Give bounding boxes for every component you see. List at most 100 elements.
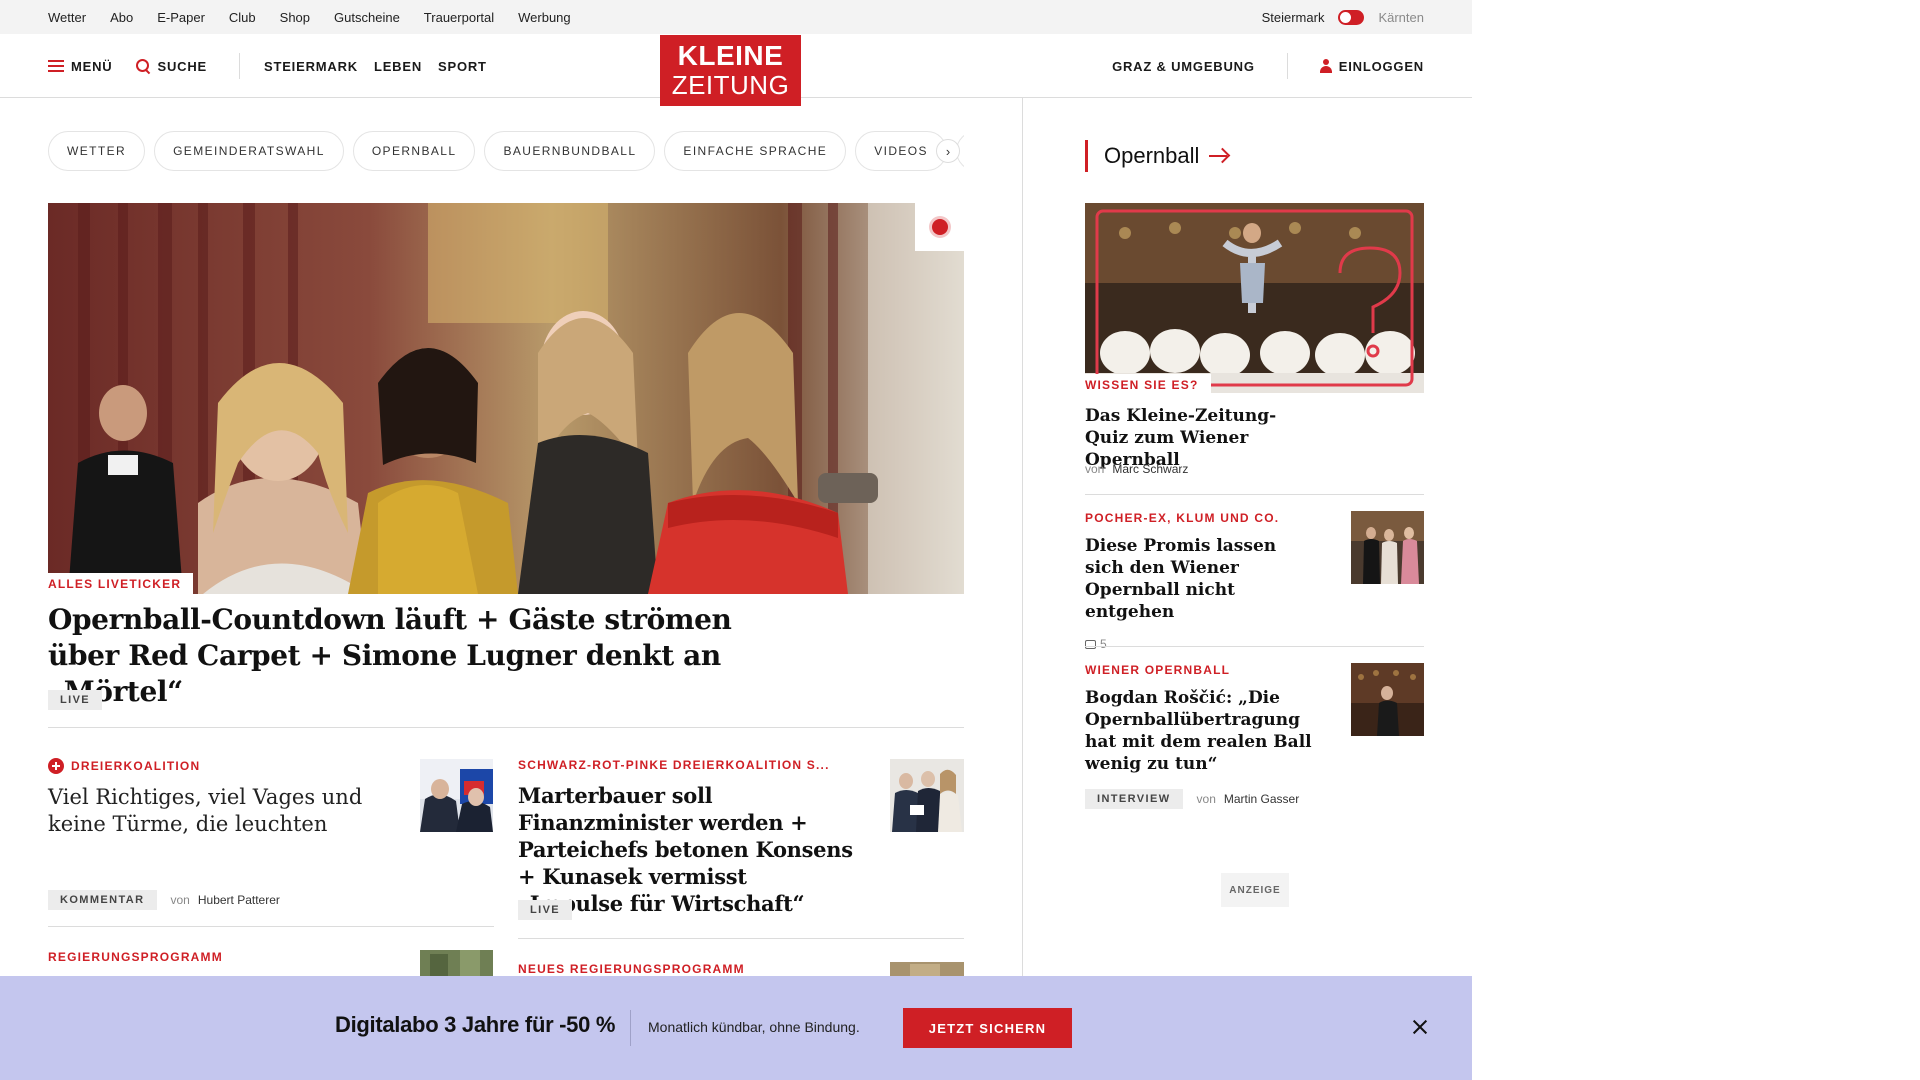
menu-button[interactable]: MENÜ	[48, 59, 112, 74]
section-link-steiermark[interactable]: STEIERMARK	[264, 59, 358, 74]
column-divider	[1022, 98, 1023, 978]
byline-prefix: von	[170, 893, 190, 907]
utility-link-trauerportal[interactable]: Trauerportal	[424, 10, 494, 25]
sidebar-item-1-photo	[1351, 511, 1424, 584]
hero-image[interactable]	[48, 203, 964, 594]
sidebar-lead-kicker[interactable]: WISSEN SIE ES?	[1085, 374, 1211, 396]
topic-tags: WETTER GEMEINDERATSWAHL OPERNBALL BAUERN…	[48, 131, 964, 171]
local-edition-link[interactable]: GRAZ & UMGEBUNG	[1112, 59, 1255, 74]
logo-line-1: KLEINE	[677, 40, 784, 71]
menu-label: MENÜ	[71, 58, 113, 74]
utility-link-abo[interactable]: Abo	[110, 10, 133, 25]
header-nav-right: GRAZ & UMGEBUNG EINLOGGEN	[1112, 34, 1424, 98]
promo-title: Digitalabo 3 Jahre für -50 %	[335, 1012, 616, 1037]
close-icon[interactable]	[1410, 1017, 1430, 1037]
tag-gemeinderatswahl[interactable]: GEMEINDERATSWAHL	[154, 131, 344, 171]
teaser-commentary[interactable]: DREIERKOALITION Viel Richtiges, viel Vag…	[48, 758, 388, 838]
tag-opernball[interactable]: OPERNBALL	[352, 131, 476, 171]
viewport-blank-area	[1472, 0, 1920, 1080]
sidebar-item-2-photo	[1351, 663, 1424, 736]
sidebar-item-2-image[interactable]	[1351, 663, 1424, 736]
sidebar-item-1-image[interactable]	[1351, 511, 1424, 584]
sidebar-item-1-comments[interactable]: 5	[1085, 637, 1315, 651]
teaser-4-kicker[interactable]: NEUES REGIERUNGSPROGRAMM	[518, 962, 745, 976]
live-indicator	[915, 203, 964, 251]
search-button[interactable]: SUCHE	[136, 59, 207, 74]
teaser-1-kicker: DREIERKOALITION	[48, 758, 388, 774]
sidebar-item-1-title: Diese Promis lassen sich den Wiener Oper…	[1085, 536, 1277, 622]
teaser-1-image[interactable]	[420, 759, 493, 832]
teaser-1-photo	[420, 759, 493, 832]
sidebar-lead-photo	[1085, 203, 1424, 393]
tag-wetter[interactable]: WETTER	[48, 131, 146, 171]
tag-bauernbundball[interactable]: BAUERNBUNDBALL	[484, 131, 656, 171]
user-icon	[1319, 59, 1332, 73]
promo-separator	[630, 1010, 631, 1046]
teaser-1-kicker-text: DREIERKOALITION	[71, 759, 201, 773]
plus-icon	[48, 758, 64, 774]
sidebar-item-roscic[interactable]: WIENER OPERNBALL Bogdan Roščić: „Die Ope…	[1085, 663, 1315, 809]
sidebar-heading-text: Opernball	[1104, 143, 1200, 168]
region-steiermark[interactable]: Steiermark	[1262, 10, 1325, 25]
tag-einfache-sprache[interactable]: EINFACHE SPRACHE	[664, 131, 847, 171]
byline-author[interactable]: Marc Schwarz	[1112, 462, 1188, 476]
teaser-3-kicker[interactable]: REGIERUNGSPROGRAMM	[48, 950, 223, 964]
utility-bar: Wetter Abo E-Paper Club Shop Gutscheine …	[0, 0, 1472, 34]
utility-links: Wetter Abo E-Paper Club Shop Gutscheine …	[48, 0, 571, 34]
sidebar-item-promis[interactable]: POCHER-EX, KLUM UND CO. Diese Promis las…	[1085, 511, 1315, 651]
teaser-2-divider	[518, 938, 964, 939]
sidebar-item-1-kicker: POCHER-EX, KLUM UND CO.	[1085, 511, 1280, 525]
byline-prefix: von	[1196, 792, 1216, 806]
promo-subtitle: Monatlich kündbar, ohne Bindung.	[648, 1019, 860, 1035]
live-dot-icon	[931, 219, 948, 235]
region-toggle[interactable]	[1338, 9, 1365, 25]
teaser-2-live-badge: LIVE	[518, 900, 573, 920]
sidebar-heading[interactable]: Opernball	[1085, 140, 1228, 172]
utility-link-werbung[interactable]: Werbung	[518, 10, 571, 25]
teaser-3-image[interactable]	[420, 950, 493, 976]
subscribe-cta-button[interactable]: JETZT SICHERN	[903, 1008, 1072, 1048]
kleine-zeitung-logo[interactable]: KLEINE ZEITUNG	[660, 35, 801, 106]
main-header: MENÜ SUCHE STEIERMARK LEBEN SPORT KLEINE…	[0, 34, 1472, 106]
hamburger-icon	[48, 60, 64, 72]
section-nav: STEIERMARK LEBEN SPORT	[264, 59, 487, 74]
utility-link-wetter[interactable]: Wetter	[48, 10, 86, 25]
tags-next-button[interactable]: ›	[936, 139, 960, 163]
hero-divider	[48, 727, 964, 728]
sidebar-item-2-byline: von Martin Gasser	[1197, 792, 1300, 806]
teaser-coalition[interactable]: SCHWARZ-ROT-PINKE DREIERKOALITION S... M…	[518, 758, 858, 917]
teaser-4-image[interactable]	[890, 962, 964, 976]
utility-link-gutscheine[interactable]: Gutscheine	[334, 10, 400, 25]
sidebar-item-2-meta: INTERVIEW von Martin Gasser	[1085, 789, 1315, 809]
search-icon	[136, 59, 150, 73]
header-divider-right	[1286, 53, 1288, 79]
teaser-4-photo	[890, 962, 964, 976]
teaser-1-divider	[48, 926, 494, 927]
byline-author[interactable]: Martin Gasser	[1224, 792, 1299, 806]
teaser-2-kicker: SCHWARZ-ROT-PINKE DREIERKOALITION S...	[518, 758, 830, 772]
sidebar-divider-1	[1085, 494, 1424, 495]
byline-author[interactable]: Hubert Patterer	[198, 893, 280, 907]
interview-badge: INTERVIEW	[1085, 789, 1183, 809]
utility-link-epaper[interactable]: E-Paper	[157, 10, 205, 25]
utility-link-shop[interactable]: Shop	[280, 10, 310, 25]
region-kaernten[interactable]: Kärnten	[1378, 10, 1424, 25]
region-switch: Steiermark Kärnten	[1262, 0, 1424, 34]
section-link-leben[interactable]: LEBEN	[374, 59, 422, 74]
hero-headline[interactable]: Opernball-Countdown läuft + Gäste ströme…	[48, 602, 768, 710]
comment-icon	[1085, 639, 1096, 649]
teaser-1-title: Viel Richtiges, viel Vages und keine Tür…	[48, 785, 363, 836]
byline-prefix: von	[1085, 462, 1105, 476]
utility-link-club[interactable]: Club	[229, 10, 256, 25]
search-label: SUCHE	[157, 58, 207, 74]
tag-videos[interactable]: VIDEOS	[855, 131, 947, 171]
hero-photo	[48, 203, 964, 594]
section-link-sport[interactable]: SPORT	[438, 59, 487, 74]
teaser-2-photo	[890, 759, 964, 832]
chevron-right-icon: ›	[945, 143, 951, 159]
teaser-2-image[interactable]	[890, 759, 964, 832]
hero-kicker[interactable]: ALLES LIVETICKER	[48, 573, 194, 595]
login-button[interactable]: EINLOGGEN	[1319, 59, 1424, 74]
teaser-1-badge: KOMMENTAR	[48, 890, 157, 910]
sidebar-lead-image[interactable]	[1085, 203, 1424, 393]
